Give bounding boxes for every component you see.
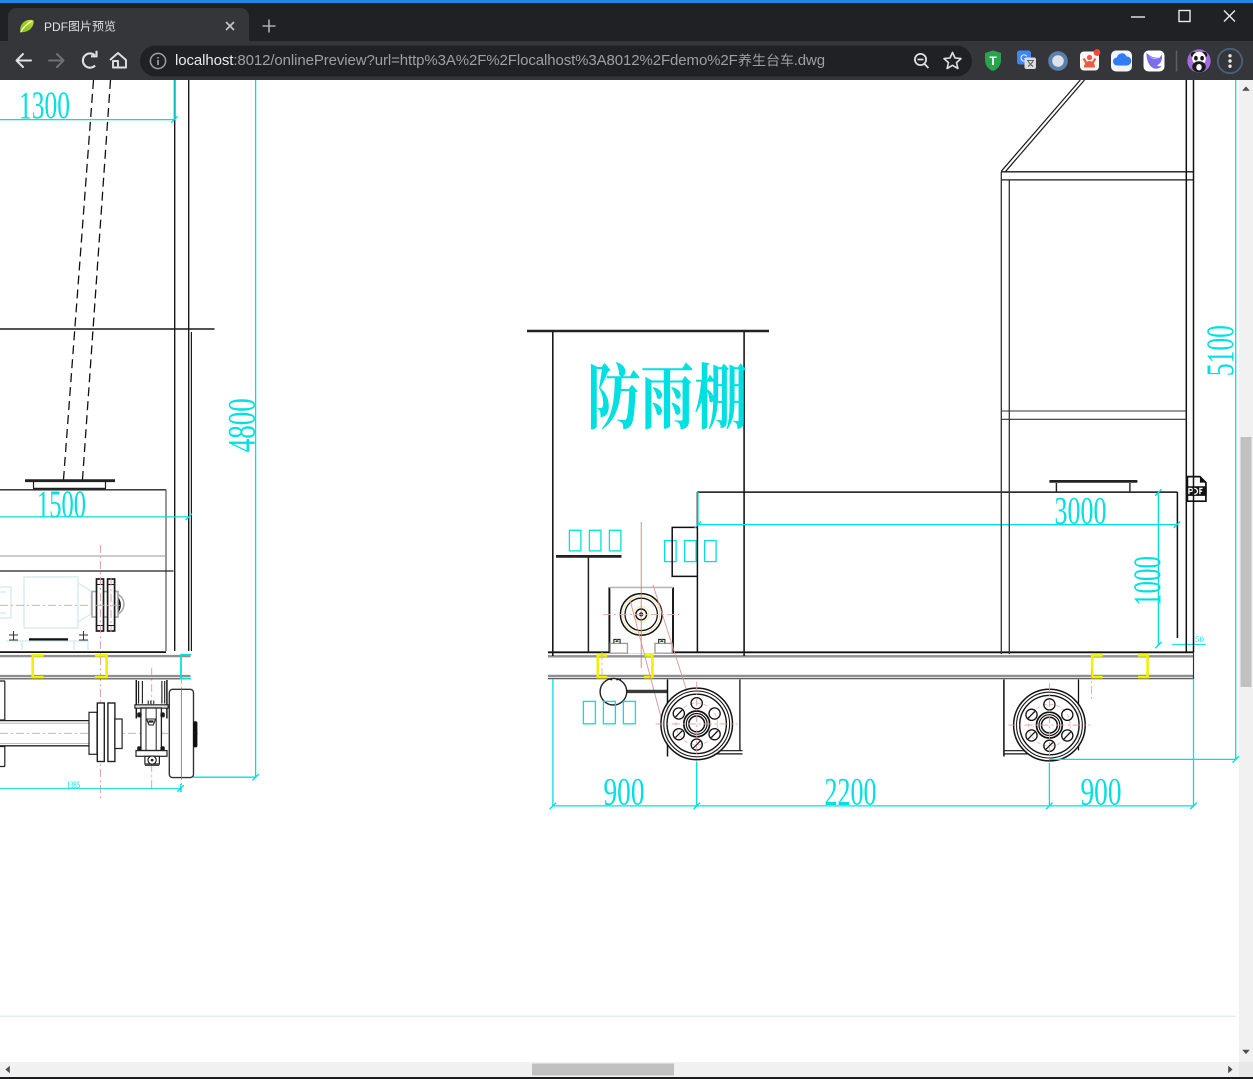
svg-text:2200: 2200 — [825, 771, 877, 814]
svg-text:1000: 1000 — [1126, 556, 1169, 606]
svg-text:T: T — [989, 54, 997, 68]
svg-text:5100: 5100 — [1199, 325, 1239, 376]
svg-text:900: 900 — [604, 771, 645, 814]
svg-text:1500: 1500 — [37, 483, 86, 526]
svg-text:50: 50 — [1195, 635, 1204, 644]
svg-text:900: 900 — [1081, 771, 1122, 814]
svg-text:1300: 1300 — [19, 84, 70, 127]
svg-text:1385: 1385 — [67, 780, 80, 790]
svg-text:4800: 4800 — [220, 398, 263, 452]
svg-text:3000: 3000 — [1055, 490, 1107, 533]
